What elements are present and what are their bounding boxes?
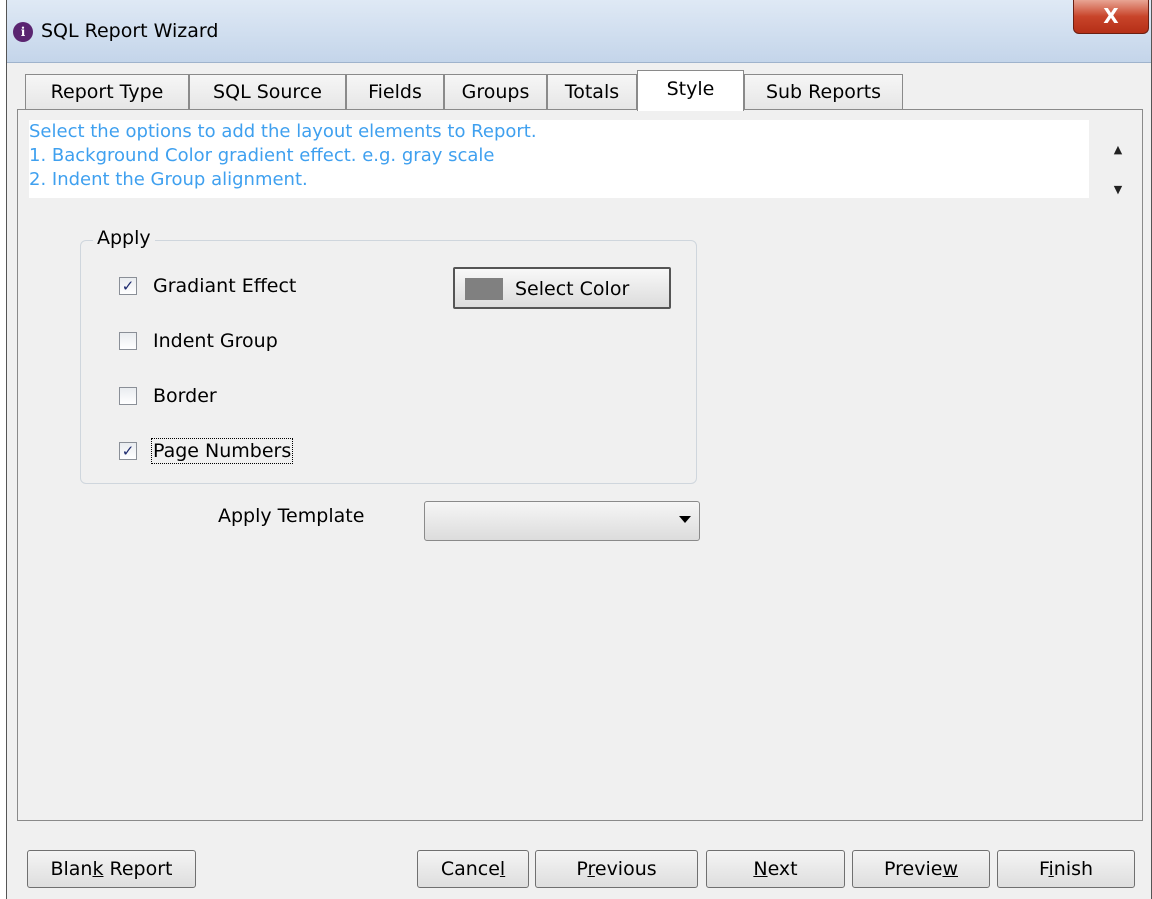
blank-report-button[interactable]: Blank Report [27,850,196,888]
title-bar: i SQL Report Wizard X [7,0,1151,63]
apply-template-label: Apply Template [218,505,365,527]
tab-style[interactable]: Style [637,70,744,111]
previous-button[interactable]: Previous [535,850,698,888]
tab-totals[interactable]: Totals [547,74,637,109]
previous-label-pre: P [576,858,588,880]
indent-group-checkbox[interactable] [119,332,137,350]
tab-sub-reports[interactable]: Sub Reports [744,74,903,109]
tab-sql-source[interactable]: SQL Source [189,74,346,109]
finish-label-pre: F [1038,858,1049,880]
apply-legend: Apply [93,227,155,249]
chevron-down-icon [679,516,691,523]
previous-label-post: evious [594,858,657,880]
indent-group-label: Indent Group [153,330,278,352]
instruction-line: 1. Background Color gradient effect. e.g… [29,145,495,166]
page-numbers-checkbox[interactable]: ✓ [119,442,137,460]
blank-report-mnemonic: k [92,858,104,880]
color-swatch [465,278,503,300]
next-label-post: ext [767,858,798,880]
scroll-up-arrow-icon[interactable]: ▲ [1111,138,1125,162]
window-title: SQL Report Wizard [41,20,219,42]
wizard-app-icon: i [13,22,33,42]
preview-button[interactable]: Preview [852,850,990,888]
blank-report-label-pre: Blan [50,858,93,880]
previous-mnemonic: r [587,858,595,880]
cancel-button[interactable]: Cancel [417,850,529,888]
next-mnemonic: N [753,858,768,880]
close-icon: X [1103,4,1119,28]
gradiant-effect-label: Gradiant Effect [153,275,297,297]
blank-report-label-post: Report [103,858,173,880]
finish-label-post: nish [1053,858,1094,880]
preview-mnemonic: w [942,858,958,880]
apply-groupbox: Apply ✓ Gradiant Effect Select Color Ind… [80,227,697,484]
tab-report-type[interactable]: Report Type [25,74,189,109]
close-button[interactable]: X [1073,0,1149,34]
gradiant-effect-checkbox[interactable]: ✓ [119,277,137,295]
scroll-down-arrow-icon[interactable]: ▼ [1111,178,1125,202]
cancel-mnemonic: l [499,858,506,880]
cancel-label-pre: Cance [440,858,500,880]
next-button[interactable]: Next [706,850,845,888]
tab-fields[interactable]: Fields [346,74,444,109]
instruction-line: Select the options to add the layout ele… [29,121,537,142]
select-color-label: Select Color [515,278,630,300]
instruction-line: 2. Indent the Group alignment. [29,169,308,190]
page-numbers-label: Page Numbers [150,438,294,464]
select-color-button[interactable]: Select Color [453,267,671,309]
border-label: Border [153,385,217,407]
preview-label-pre: Previe [884,858,943,880]
tab-groups[interactable]: Groups [444,74,547,109]
border-checkbox[interactable] [119,387,137,405]
finish-button[interactable]: Finish [997,850,1135,888]
instructions-textbox[interactable]: Select the options to add the layout ele… [29,120,1122,198]
apply-template-dropdown[interactable] [424,501,700,541]
style-tab-panel: Select the options to add the layout ele… [17,109,1143,821]
